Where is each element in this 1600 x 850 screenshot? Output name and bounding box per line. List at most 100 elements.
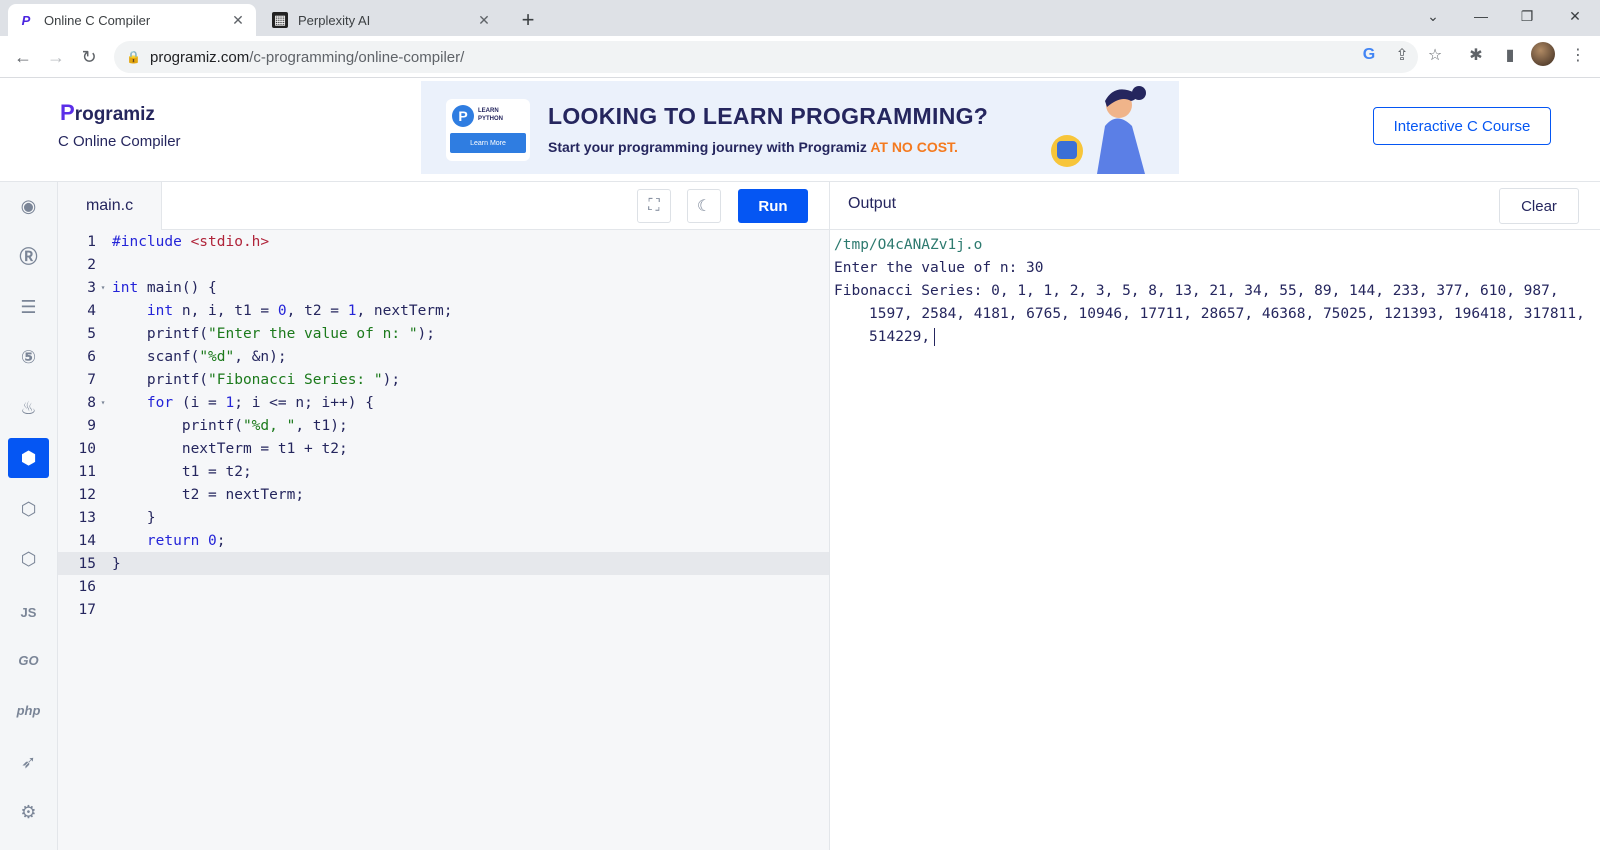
minimize-icon[interactable]: — bbox=[1458, 0, 1504, 32]
url-path: /c-programming/online-compiler/ bbox=[249, 48, 465, 66]
sidebar-item-html[interactable]: ⑤ bbox=[8, 337, 49, 377]
code-line: 14 return 0; bbox=[78, 532, 226, 549]
browser-tab[interactable]: ▦ Perplexity AI ✕ bbox=[262, 4, 502, 36]
close-icon[interactable]: ✕ bbox=[476, 12, 492, 29]
code-line: 7 printf("Fibonacci Series: "); bbox=[87, 371, 401, 388]
sidebar-item-js[interactable]: JS bbox=[8, 592, 49, 632]
sidebar-item-sql[interactable]: ☰ bbox=[8, 287, 49, 327]
file-tab-main[interactable]: main.c bbox=[58, 182, 162, 230]
code-line: 1 #include <stdio.h> bbox=[87, 233, 270, 250]
code-line: 9 printf("%d, ", t1); bbox=[87, 417, 348, 434]
go-icon: GO bbox=[18, 652, 39, 668]
output-series-continuation: 1597, 2584, 4181, 6765, 10946, 17711, 28… bbox=[869, 306, 1585, 322]
programiz-mark-icon: P bbox=[452, 105, 474, 127]
tab-title: Perplexity AI bbox=[298, 12, 371, 28]
sidebar-item-cpp[interactable]: ⬡ bbox=[8, 489, 49, 529]
code-line: 10 nextTerm = t1 + t2; bbox=[78, 440, 348, 457]
code-line: 12 t2 = nextTerm; bbox=[78, 486, 305, 503]
back-icon[interactable]: ← bbox=[8, 42, 38, 72]
code-line: 5 printf("Enter the value of n: "); bbox=[87, 325, 436, 342]
sidebar-item-php[interactable]: php bbox=[8, 690, 49, 730]
sidebar-item-go[interactable]: GO bbox=[8, 640, 49, 680]
sidebar-item-r[interactable]: Ⓡ bbox=[8, 236, 49, 276]
ad-banner[interactable]: P LEARN PYTHON Learn More LOOKING TO LEAR… bbox=[421, 81, 1179, 174]
browser-tabstrip: P Online C Compiler ✕ ▦ Perplexity AI ✕ … bbox=[0, 0, 1600, 36]
interactive-course-button[interactable]: Interactive C Course bbox=[1373, 107, 1551, 145]
r-icon: Ⓡ bbox=[19, 247, 38, 267]
html5-icon: ⑤ bbox=[20, 346, 37, 367]
restore-icon[interactable]: ❐ bbox=[1504, 0, 1550, 32]
code-line: 11 t1 = t2; bbox=[78, 463, 252, 480]
lock-icon[interactable]: 🔒 bbox=[126, 50, 141, 64]
programiz-icon: P bbox=[21, 12, 31, 28]
browser-tab-active[interactable]: P Online C Compiler ✕ bbox=[8, 4, 256, 36]
forward-icon[interactable]: → bbox=[41, 42, 71, 72]
output-series-line: Fibonacci Series: 0, 1, 1, 2, 3, 5, 8, 1… bbox=[834, 283, 1559, 299]
code-area[interactable]: 1 #include <stdio.h> 2 3 ▾ int main() { 4 i… bbox=[58, 230, 829, 850]
code-line: 3 ▾ int main() { bbox=[87, 279, 217, 296]
output-series-last: 514229, bbox=[834, 326, 1594, 349]
bookmark-star-icon[interactable]: ☆ bbox=[1421, 41, 1449, 69]
code-line: 13 } bbox=[78, 509, 156, 526]
output-header: Output Clear bbox=[830, 182, 1600, 230]
tab-title: Online C Compiler bbox=[44, 12, 151, 28]
code-line: 6 scanf("%d", &n); bbox=[87, 348, 287, 365]
clear-button[interactable]: Clear bbox=[1499, 188, 1579, 224]
code-line: 8 ▾ for (i = 1; i <= n; i++) { bbox=[87, 394, 374, 411]
url-field[interactable]: 🔒 programiz.com/c-programming/online-com… bbox=[114, 41, 1418, 73]
moon-icon: ☾ bbox=[696, 198, 712, 215]
banner-learn-more-button[interactable]: Learn More bbox=[450, 133, 526, 153]
js-icon: JS bbox=[20, 604, 37, 620]
c-icon: ⬢ bbox=[20, 447, 37, 468]
banner-illustration bbox=[1051, 86, 1146, 174]
side-panel-icon[interactable]: ▮ bbox=[1496, 41, 1524, 69]
cpp-icon: ⬡ bbox=[20, 498, 37, 519]
dark-mode-button[interactable]: ☾ bbox=[687, 189, 721, 223]
fullscreen-button[interactable]: ⛶ bbox=[637, 189, 671, 223]
fold-arrow-icon[interactable]: ▾ bbox=[98, 283, 108, 292]
site-header: Programiz C Online Compiler P LEARN PYTHO… bbox=[0, 78, 1600, 182]
output-path: /tmp/O4cANAZv1j.o bbox=[834, 237, 983, 253]
output-console[interactable]: /tmp/O4cANAZv1j.o Enter the value of n: … bbox=[834, 234, 1594, 349]
run-button[interactable]: Run bbox=[738, 189, 808, 223]
editor-toolbar: main.c ⛶ ☾ Run bbox=[58, 182, 829, 230]
banner-subtext: Start your programming journey with Prog… bbox=[548, 139, 958, 155]
tab-search-icon[interactable]: ⌄ bbox=[1410, 0, 1456, 32]
fullscreen-icon: ⛶ bbox=[648, 197, 660, 214]
sidebar-item-python[interactable]: ◉ bbox=[8, 186, 49, 226]
code-line: 2 bbox=[87, 256, 96, 273]
menu-icon[interactable]: ⋮ bbox=[1564, 41, 1592, 69]
sidebar-item-java[interactable]: ♨ bbox=[8, 388, 49, 428]
address-bar: ← → ↻ 🔒 programiz.com/c-programming/onli… bbox=[0, 36, 1600, 78]
extensions-icon[interactable]: ✱ bbox=[1462, 41, 1490, 69]
sidebar-item-swift[interactable]: ➶ bbox=[8, 742, 49, 782]
sidebar-item-c[interactable]: ⬢ bbox=[8, 438, 49, 478]
page-subtitle: C Online Compiler bbox=[58, 133, 181, 150]
banner-card-label: LEARN PYTHON bbox=[478, 108, 504, 122]
programiz-logo[interactable]: Programiz bbox=[60, 100, 155, 126]
swift-icon: ➶ bbox=[20, 751, 37, 772]
fold-arrow-icon[interactable]: ▾ bbox=[98, 398, 108, 407]
output-title: Output bbox=[848, 195, 897, 212]
window-close-icon[interactable]: ✕ bbox=[1552, 0, 1598, 32]
sidebar-item-rust[interactable]: ⚙ bbox=[8, 792, 49, 832]
new-tab-button[interactable]: + bbox=[514, 6, 542, 34]
url-host: programiz.com bbox=[150, 48, 250, 66]
perplexity-icon: ▦ bbox=[272, 12, 288, 28]
google-icon[interactable]: G bbox=[1355, 41, 1383, 69]
close-icon[interactable]: ✕ bbox=[230, 12, 246, 29]
csharp-icon: ⬡ bbox=[20, 548, 37, 569]
rust-icon: ⚙ bbox=[20, 801, 37, 822]
reload-icon[interactable]: ↻ bbox=[74, 42, 104, 72]
language-sidebar: ◉ Ⓡ ☰ ⑤ ♨ ⬢ ⬡ ⬡ JS GO php ➶ ⚙ bbox=[0, 182, 58, 850]
banner-headline: LOOKING TO LEARN PROGRAMMING? bbox=[548, 103, 989, 129]
python-icon: ◉ bbox=[20, 195, 37, 216]
output-panel: Output Clear /tmp/O4cANAZv1j.o Enter the… bbox=[829, 182, 1600, 850]
share-icon[interactable]: ⇪ bbox=[1388, 41, 1416, 69]
code-line: 4 int n, i, t1 = 0, t2 = 1, nextTerm; bbox=[87, 302, 453, 319]
output-prompt-line: Enter the value of n: 30 bbox=[834, 260, 1044, 276]
code-line: 16 bbox=[78, 578, 96, 595]
sidebar-item-csharp[interactable]: ⬡ bbox=[8, 539, 49, 579]
code-line-current: 15} bbox=[58, 552, 829, 575]
avatar[interactable] bbox=[1531, 42, 1555, 66]
